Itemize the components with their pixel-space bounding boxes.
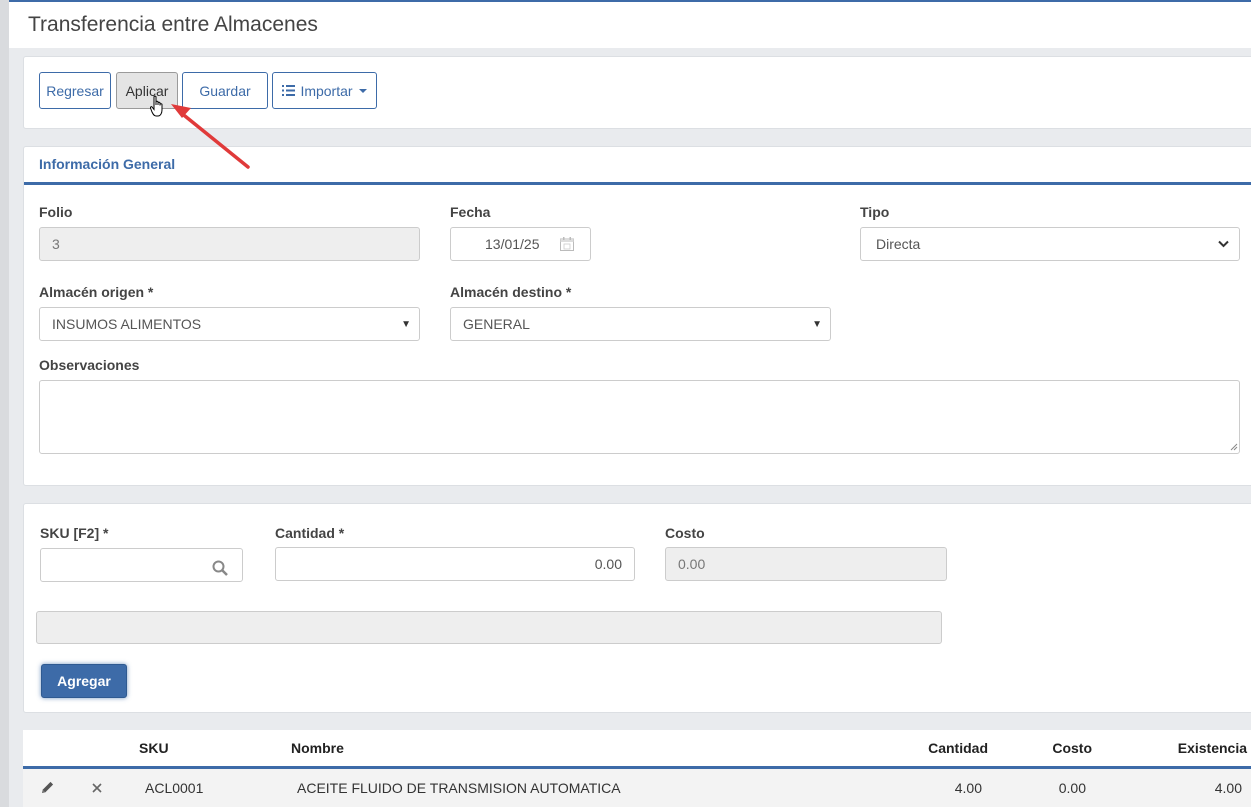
annotation-arrow <box>171 104 250 169</box>
hand-cursor-icon <box>150 95 163 117</box>
